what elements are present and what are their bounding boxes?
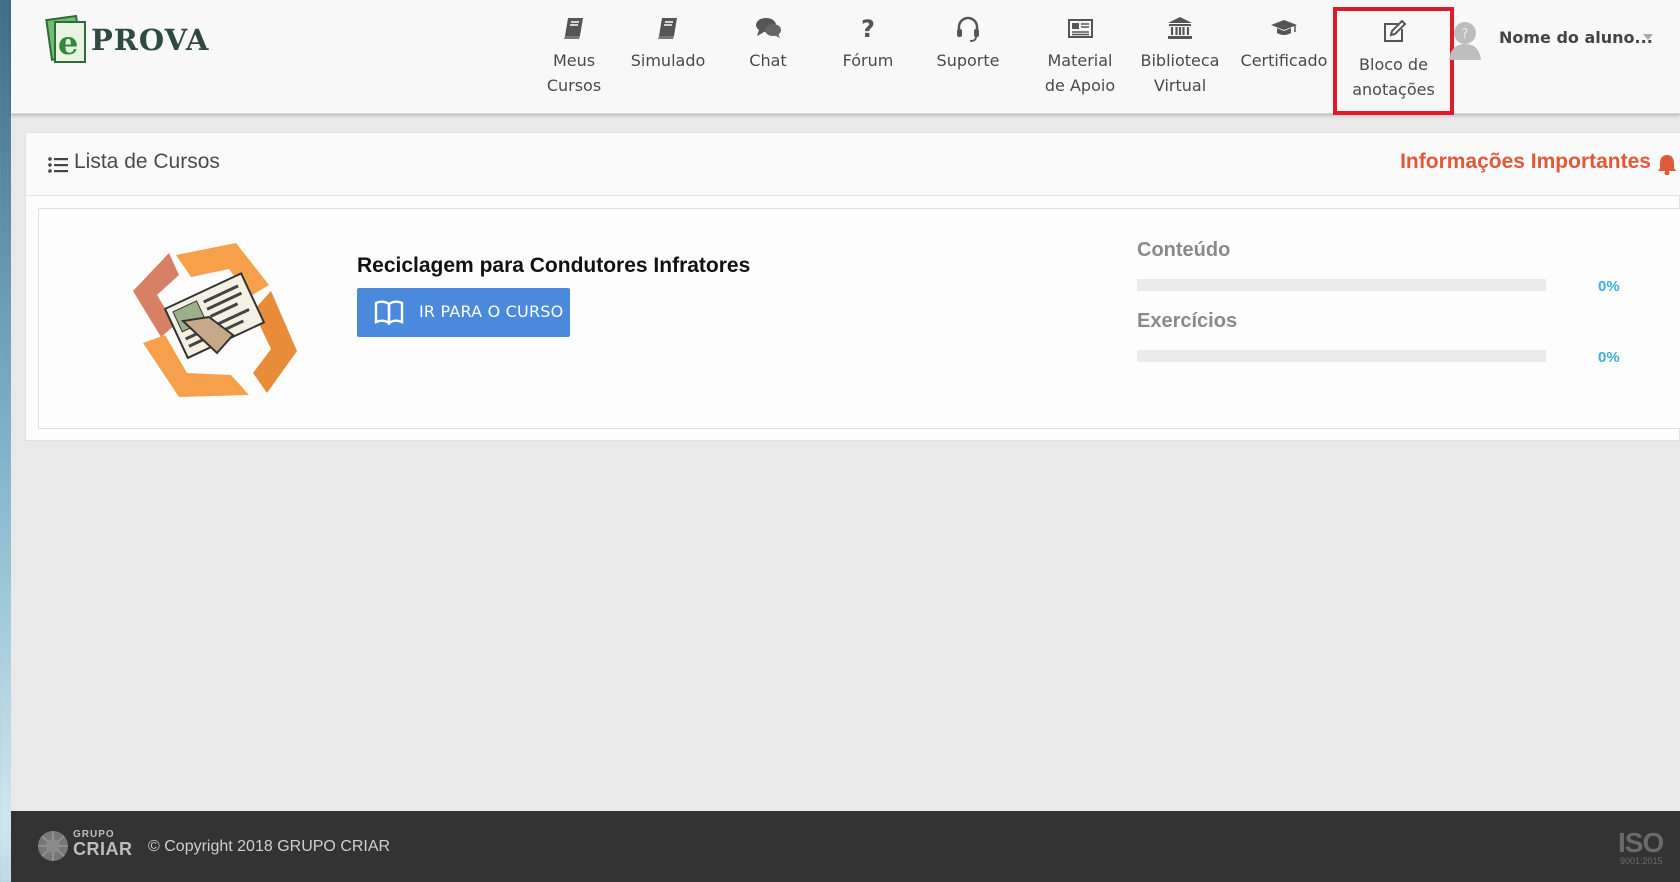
nav-material-de-apoio[interactable]: Material de Apoio (1032, 14, 1128, 100)
go-to-course-button[interactable]: IR PARA O CURSO (357, 288, 570, 337)
svg-text:?: ? (1462, 27, 1469, 42)
headset-icon (954, 14, 982, 42)
panel-header: Lista de Cursos Informações Importantes (26, 133, 1680, 196)
book-icon (560, 14, 588, 42)
nav-label: Suporte (936, 51, 1000, 70)
nav-label: Chat (749, 51, 787, 70)
graduation-cap-icon (1270, 14, 1298, 42)
important-info-link[interactable]: Informações Importantes (1400, 150, 1651, 174)
go-to-course-label: IR PARA O CURSO (419, 302, 564, 321)
top-navbar: e PROVA Meus Cursos Simulado Chat ? Fóru… (11, 0, 1680, 115)
avatar[interactable]: ? (1446, 18, 1484, 60)
nav-suporte[interactable]: Suporte (920, 14, 1016, 100)
copyright-text: © Copyright 2018 GRUPO CRIAR (148, 838, 391, 855)
question-icon: ? (854, 14, 882, 42)
nav-simulado[interactable]: Simulado (620, 14, 716, 100)
svg-text:e: e (58, 24, 78, 62)
newspaper-icon (1066, 14, 1094, 42)
footer: GRUPO CRIAR © Copyright 2018 GRUPO CRIAR… (11, 811, 1680, 882)
nav-forum[interactable]: ? Fórum (820, 14, 916, 100)
nav-certificado[interactable]: Certificado (1236, 14, 1332, 100)
list-icon (48, 157, 68, 173)
app-window: e PROVA Meus Cursos Simulado Chat ? Fóru… (11, 0, 1680, 882)
bank-icon (1166, 14, 1194, 42)
book-icon (654, 14, 682, 42)
nav-biblioteca-virtual[interactable]: Biblioteca Virtual (1132, 14, 1228, 100)
exercises-progress-bar (1137, 350, 1546, 362)
nav-label: Simulado (630, 51, 706, 70)
course-card: Reciclagem para Condutores Infratores IR… (38, 208, 1680, 429)
eprova-logo[interactable]: e PROVA (43, 14, 208, 66)
chevron-down-icon[interactable] (1643, 34, 1653, 40)
course-list-panel: Lista de Cursos Informações Importantes (25, 132, 1680, 441)
logo-text-bottom: CRIAR (73, 839, 133, 859)
nav-label: Meus Cursos (546, 51, 602, 95)
nav-label: Biblioteca Virtual (1140, 51, 1220, 95)
open-book-icon (374, 300, 404, 325)
eprova-logo-mark: e (45, 14, 86, 63)
nav-label: Material de Apoio (1044, 51, 1116, 95)
content-progress-value: 0% (1598, 278, 1620, 295)
nav-label: Bloco de anotações (1352, 55, 1435, 99)
nav-label: Fórum (842, 51, 894, 70)
iso-badge-main: ISO (1618, 827, 1664, 858)
course-title: Reciclagem para Condutores Infratores (357, 254, 751, 277)
exercises-progress-value: 0% (1598, 349, 1620, 366)
user-name-dropdown[interactable]: Nome do aluno... (1499, 28, 1653, 47)
recycle-course-image (133, 243, 297, 397)
nav-bloco-de-anotacoes[interactable]: Bloco de anotações (1333, 7, 1454, 115)
iso-badge: ISO 9001:2015 (1618, 827, 1674, 867)
content-progress-bar (1137, 279, 1546, 291)
bell-icon[interactable] (1657, 153, 1677, 175)
edit-icon (1380, 18, 1408, 46)
logo-text: PROVA (91, 23, 210, 57)
nav-meus-cursos[interactable]: Meus Cursos (526, 14, 622, 100)
svg-text:?: ? (861, 15, 875, 42)
grupo-criar-logo-text: GRUPO CRIAR (73, 830, 133, 859)
grupo-criar-logo-icon (38, 831, 68, 861)
exercises-progress-label: Exercícios (1137, 310, 1238, 332)
nav-label: Certificado (1240, 51, 1328, 70)
nav-chat[interactable]: Chat (720, 14, 816, 100)
chat-icon (754, 14, 782, 42)
iso-badge-sub: 9001:2015 (1620, 856, 1663, 866)
content-progress-label: Conteúdo (1137, 239, 1231, 261)
panel-title: Lista de Cursos (74, 150, 220, 173)
